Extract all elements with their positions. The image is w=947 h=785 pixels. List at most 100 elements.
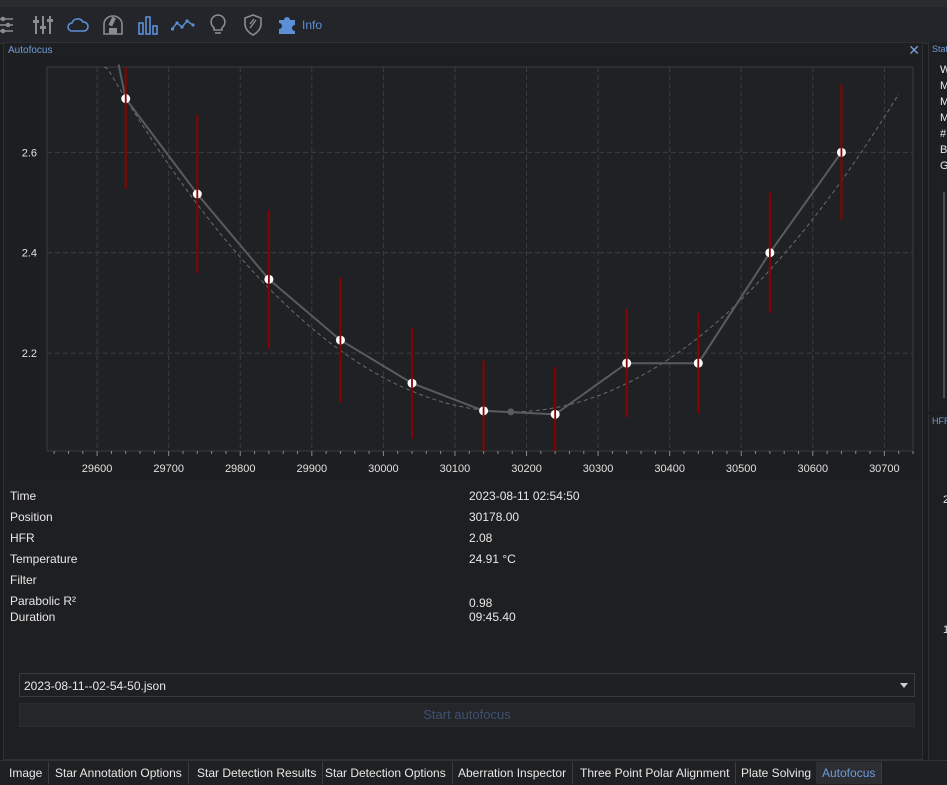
statistics-line: B — [940, 144, 947, 156]
statistics-line: M — [940, 96, 947, 108]
info-label: Time — [10, 489, 37, 503]
data-point — [479, 406, 489, 416]
info-label: Filter — [10, 573, 37, 587]
x-tick-label: 29800 — [225, 463, 256, 475]
data-point-error-stripe — [554, 409, 557, 419]
info-label: Duration — [10, 610, 56, 624]
data-point — [407, 378, 417, 388]
data-point-error-stripe — [625, 358, 628, 368]
statistics-line: # — [940, 128, 947, 140]
tab-bar: Image Star Annotation Options Star Detec… — [0, 760, 947, 785]
tab-three-point-polar-alignment[interactable]: Three Point Polar Alignment — [574, 762, 737, 784]
chevron-down-icon[interactable] — [900, 683, 908, 688]
x-tick-label: 30400 — [654, 463, 685, 475]
info-label: Parabolic R² — [10, 594, 77, 608]
autofocus-chart: 29600 29700 29800 29900 30000 30100 30200 30300… — [7, 60, 919, 480]
info-row-temperature: Temperature 24.91 °C — [10, 552, 910, 570]
autofocus-panel: Autofocus ✕ 29600 29700 29800 29900 30000 301… — [3, 42, 923, 760]
info-row-hfr: HFR 2.08 — [10, 531, 910, 549]
info-label: Position — [10, 510, 53, 524]
info-row-position: Position 30178.00 — [10, 510, 910, 528]
statistics-panel-title: Stat — [932, 44, 947, 54]
observatory-icon[interactable] — [101, 13, 125, 37]
data-point-error-stripe — [267, 274, 270, 284]
statistics-line: M — [940, 80, 947, 92]
info-label: HFR — [10, 531, 35, 545]
x-tick-label: 30200 — [511, 463, 542, 475]
shield-icon[interactable] — [241, 13, 265, 37]
data-point-error-stripe — [124, 94, 127, 104]
x-tick-label: 30500 — [726, 463, 757, 475]
hfr-history-title: HFR — [932, 416, 947, 426]
hfr-history-panel: HFR 2 1 — [928, 414, 947, 760]
info-row-filter: Filter — [10, 573, 910, 591]
info-row-time: Time 2023-08-11 02:54:50 — [10, 489, 910, 507]
panel-header: Autofocus ✕ — [4, 42, 922, 59]
tab-autofocus[interactable]: Autofocus — [816, 762, 883, 784]
data-point — [264, 274, 274, 284]
data-point — [836, 147, 846, 157]
sliders-icon[interactable] — [31, 13, 55, 37]
x-tick-label: 29600 — [82, 463, 113, 475]
x-tick-label: 30000 — [368, 463, 399, 475]
equipment-icon[interactable] — [0, 13, 20, 37]
autofocus-file-select[interactable]: 2023-08-11--02-54-50.json — [19, 673, 915, 697]
data-point — [550, 409, 560, 419]
hfr-axis-label: 2 — [943, 494, 947, 506]
data-point — [765, 248, 775, 258]
window-top-strip — [0, 0, 947, 7]
x-tick-label: 30300 — [583, 463, 614, 475]
info-label: Info — [302, 18, 323, 32]
start-autofocus-button[interactable]: Start autofocus — [19, 703, 915, 727]
chart-svg: 29600 29700 29800 29900 30000 30100 30200 30300… — [7, 60, 919, 480]
line-chart-icon[interactable] — [171, 13, 195, 37]
hfr-axis-label: 1 — [943, 624, 947, 636]
data-point — [693, 358, 703, 368]
data-point-error-stripe — [196, 189, 199, 199]
data-point — [121, 94, 131, 104]
histogram-axis — [943, 192, 945, 398]
statistics-line: W — [940, 64, 947, 76]
tab-aberration-inspector[interactable]: Aberration Inspector — [452, 762, 574, 784]
statistics-panel: Stat W M M M # B G — [928, 42, 947, 412]
x-tick-label: 29700 — [153, 463, 184, 475]
x-tick-label: 30600 — [798, 463, 829, 475]
tab-image[interactable]: Image — [3, 762, 50, 784]
data-point-error-stripe — [482, 406, 485, 416]
tab-star-detection-options[interactable]: Star Detection Options — [319, 762, 453, 784]
lightbulb-icon[interactable] — [206, 13, 230, 37]
data-point-error-stripe — [697, 358, 700, 368]
bar-chart-icon[interactable] — [136, 13, 160, 37]
close-icon[interactable]: ✕ — [908, 42, 920, 58]
y-tick-label: 2.2 — [22, 348, 37, 360]
tab-star-annotation-options[interactable]: Star Annotation Options — [49, 762, 189, 784]
data-point-error-stripe — [840, 147, 843, 157]
panel-title: Autofocus — [8, 45, 53, 56]
tab-star-detection-results[interactable]: Star Detection Results — [191, 762, 324, 784]
info-row-duration: Duration 09:45.40 — [10, 610, 910, 628]
info-value: 30178.00 — [469, 510, 520, 524]
data-point — [192, 189, 202, 199]
info-value: 2.08 — [469, 531, 493, 545]
info-value: 09:45.40 — [469, 610, 516, 624]
statistics-line: M — [940, 112, 947, 124]
puzzle-icon — [276, 13, 298, 38]
x-tick-label: 30100 — [440, 463, 471, 475]
x-tick-label: 30700 — [869, 463, 900, 475]
y-tick-label: 2.4 — [22, 248, 37, 260]
fit-minimum-point — [507, 408, 515, 416]
y-tick-label: 2.6 — [22, 147, 37, 159]
file-select-value: 2023-08-11--02-54-50.json — [24, 679, 166, 693]
data-point-error-stripe — [768, 248, 771, 258]
cloud-icon[interactable] — [66, 13, 90, 37]
tab-plate-solving[interactable]: Plate Solving — [735, 762, 819, 784]
statistics-line: G — [940, 160, 947, 172]
info-value: 2023-08-11 02:54:50 — [469, 489, 580, 503]
info-button[interactable]: Info — [276, 13, 322, 37]
data-point-error-stripe — [339, 335, 342, 345]
data-point — [335, 335, 345, 345]
toolbar: Info — [0, 7, 947, 44]
info-label: Temperature — [10, 552, 78, 566]
info-value: 0.98 — [469, 596, 493, 610]
data-point — [622, 358, 632, 368]
